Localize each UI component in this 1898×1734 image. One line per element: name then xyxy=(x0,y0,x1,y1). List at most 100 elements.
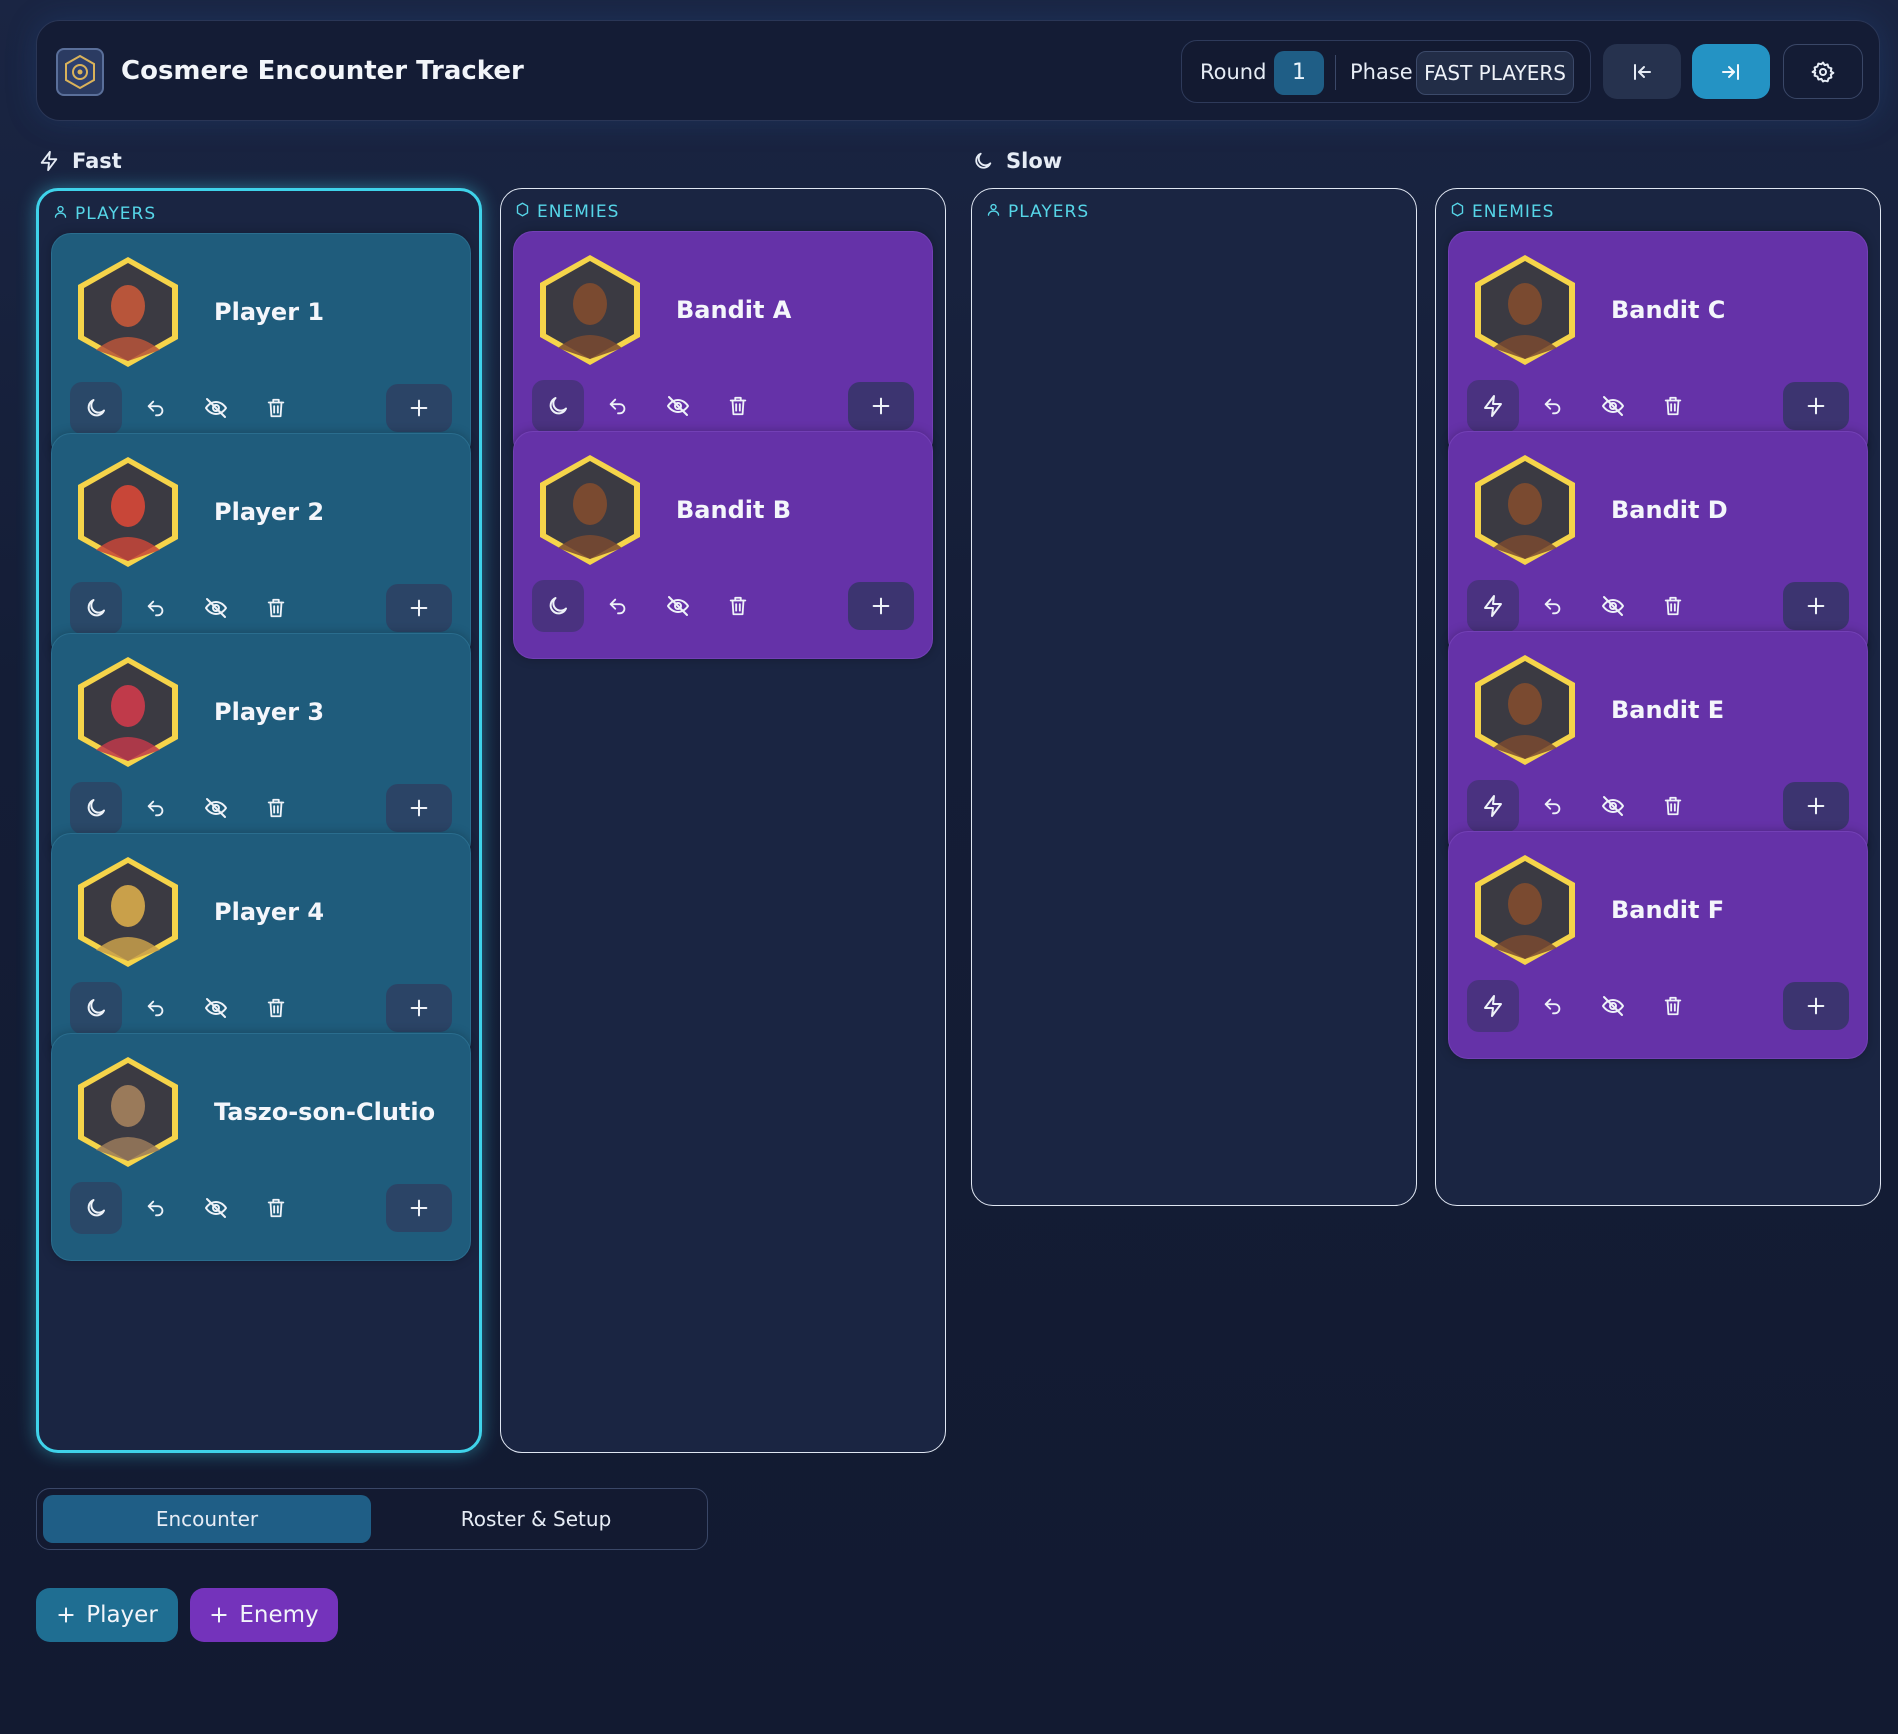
fast-section-heading: Fast xyxy=(38,146,122,176)
delete-button[interactable] xyxy=(712,380,764,432)
delete-button[interactable] xyxy=(1647,980,1699,1032)
add-button[interactable] xyxy=(386,784,452,832)
hide-button[interactable] xyxy=(190,782,242,834)
undo-button[interactable] xyxy=(130,782,182,834)
tab-roster-setup[interactable]: Roster & Setup xyxy=(409,1495,663,1543)
plus-icon xyxy=(408,1197,430,1219)
add-player-button[interactable]: Player xyxy=(36,1588,178,1642)
add-button[interactable] xyxy=(1783,982,1849,1030)
lightning-icon xyxy=(1481,394,1505,418)
enemy-card[interactable]: Bandit E xyxy=(1448,631,1868,859)
plus-icon xyxy=(408,797,430,819)
lightning-icon xyxy=(1481,994,1505,1018)
hide-button[interactable] xyxy=(1587,980,1639,1032)
toggle-phase-button[interactable] xyxy=(1467,380,1519,432)
undo-button[interactable] xyxy=(130,382,182,434)
enemy-card[interactable]: Bandit B xyxy=(513,431,933,659)
delete-button[interactable] xyxy=(250,1182,302,1234)
undo-button[interactable] xyxy=(130,582,182,634)
enemy-card[interactable]: Bandit F xyxy=(1448,831,1868,1059)
trash-icon xyxy=(265,597,287,619)
player-card[interactable]: Player 1 xyxy=(51,233,471,461)
toggle-phase-button[interactable] xyxy=(1467,980,1519,1032)
add-button[interactable] xyxy=(848,582,914,630)
add-button[interactable] xyxy=(386,984,452,1032)
shield-icon xyxy=(515,202,530,222)
hide-button[interactable] xyxy=(1587,780,1639,832)
add-button[interactable] xyxy=(1783,582,1849,630)
portrait xyxy=(74,654,182,770)
hide-button[interactable] xyxy=(652,380,704,432)
tab-encounter[interactable]: Encounter xyxy=(43,1495,371,1543)
undo-button[interactable] xyxy=(1527,380,1579,432)
delete-button[interactable] xyxy=(1647,380,1699,432)
previous-phase-button[interactable] xyxy=(1603,44,1681,99)
add-button[interactable] xyxy=(386,384,452,432)
settings-button[interactable] xyxy=(1783,44,1863,99)
undo-button[interactable] xyxy=(1527,780,1579,832)
combatant-name: Player 3 xyxy=(214,698,325,726)
combatant-name: Bandit F xyxy=(1611,896,1725,924)
undo-button[interactable] xyxy=(130,982,182,1034)
card-actions xyxy=(1467,980,1853,1032)
plus-icon xyxy=(1805,395,1827,417)
toggle-phase-button[interactable] xyxy=(532,380,584,432)
hide-button[interactable] xyxy=(652,580,704,632)
delete-button[interactable] xyxy=(250,382,302,434)
toggle-phase-button[interactable] xyxy=(70,382,122,434)
slow-label: Slow xyxy=(1006,149,1063,173)
card-actions xyxy=(532,380,918,432)
add-enemy-button[interactable]: Enemy xyxy=(190,1588,338,1642)
undo-icon xyxy=(145,997,167,1019)
undo-button[interactable] xyxy=(592,380,644,432)
player-card[interactable]: Player 3 xyxy=(51,633,471,861)
add-button[interactable] xyxy=(386,1184,452,1232)
moon-icon xyxy=(84,996,108,1020)
hide-button[interactable] xyxy=(190,582,242,634)
plus-icon xyxy=(408,397,430,419)
toggle-phase-button[interactable] xyxy=(70,782,122,834)
add-button[interactable] xyxy=(1783,382,1849,430)
portrait xyxy=(74,454,182,570)
delete-button[interactable] xyxy=(1647,780,1699,832)
player-card[interactable]: Player 4 xyxy=(51,833,471,1061)
column-label-text: ENEMIES xyxy=(537,202,620,222)
hide-button[interactable] xyxy=(1587,380,1639,432)
delete-button[interactable] xyxy=(712,580,764,632)
hide-button[interactable] xyxy=(190,382,242,434)
trash-icon xyxy=(1662,995,1684,1017)
enemy-card[interactable]: Bandit D xyxy=(1448,431,1868,659)
undo-button[interactable] xyxy=(1527,980,1579,1032)
player-card[interactable]: Player 2 xyxy=(51,433,471,661)
toggle-phase-button[interactable] xyxy=(1467,780,1519,832)
hide-button[interactable] xyxy=(190,982,242,1034)
slow-players-column: PLAYERS xyxy=(971,188,1417,1206)
toggle-phase-button[interactable] xyxy=(70,582,122,634)
delete-button[interactable] xyxy=(250,582,302,634)
enemy-card[interactable]: Bandit C xyxy=(1448,231,1868,459)
toggle-phase-button[interactable] xyxy=(532,580,584,632)
toggle-phase-button[interactable] xyxy=(70,982,122,1034)
undo-button[interactable] xyxy=(1527,580,1579,632)
add-button[interactable] xyxy=(1783,782,1849,830)
enemy-card[interactable]: Bandit A xyxy=(513,231,933,459)
toggle-phase-button[interactable] xyxy=(70,1182,122,1234)
divider xyxy=(1335,55,1336,90)
delete-button[interactable] xyxy=(1647,580,1699,632)
add-button[interactable] xyxy=(848,382,914,430)
lightning-icon xyxy=(1481,794,1505,818)
moon-icon xyxy=(975,152,992,169)
next-phase-button[interactable] xyxy=(1692,44,1770,99)
hide-button[interactable] xyxy=(190,1182,242,1234)
undo-button[interactable] xyxy=(130,1182,182,1234)
toggle-phase-button[interactable] xyxy=(1467,580,1519,632)
delete-button[interactable] xyxy=(250,982,302,1034)
undo-button[interactable] xyxy=(592,580,644,632)
add-button[interactable] xyxy=(386,584,452,632)
delete-button[interactable] xyxy=(250,782,302,834)
step-forward-icon xyxy=(1722,63,1739,80)
trash-icon xyxy=(265,997,287,1019)
player-card[interactable]: Taszo-son-Clutio xyxy=(51,1033,471,1261)
hide-button[interactable] xyxy=(1587,580,1639,632)
round-phase-indicator: Round 1 Phase FAST PLAYERS xyxy=(1181,40,1591,103)
